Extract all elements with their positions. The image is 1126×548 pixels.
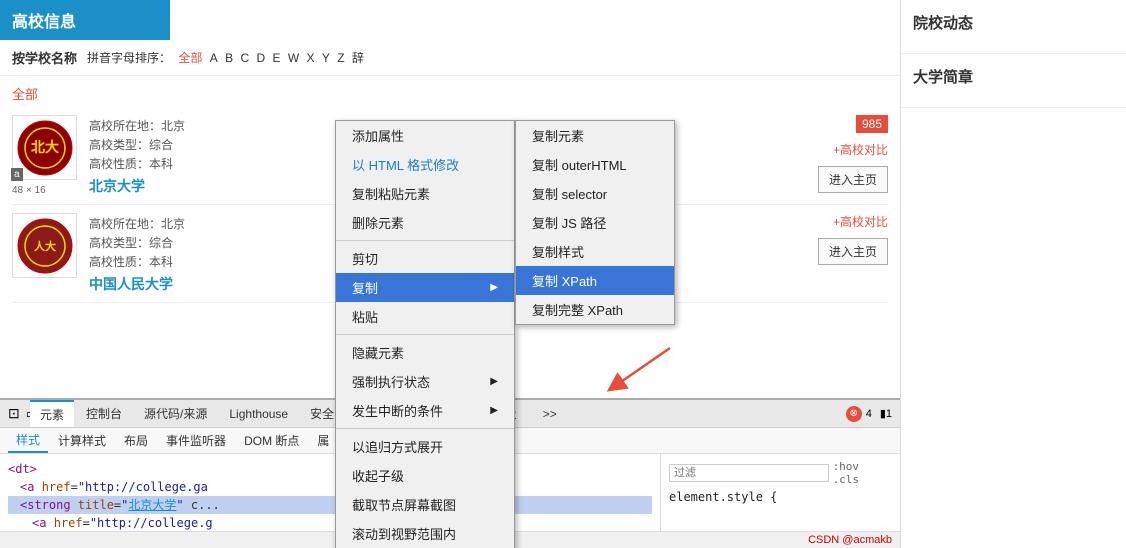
sub-copy-element[interactable]: 复制元素 (516, 121, 674, 150)
filter-letter-ci[interactable]: 辞 (352, 51, 364, 65)
devtools-styles: :hov .cls element.style { (660, 454, 900, 531)
sub-copy-full-xpath[interactable]: 复制完整 XPath (516, 295, 674, 324)
pku-actions: 985 +高校对比 进入主页 (818, 115, 888, 193)
pku-rank: 985 (856, 115, 888, 133)
html-line-1: <dt> (8, 460, 652, 478)
svg-text:人大: 人大 (34, 239, 56, 253)
filter-letter-x[interactable]: X (307, 51, 315, 65)
filter-letter-all[interactable]: 全部 (178, 51, 202, 65)
csdn-label: CSDN @acmakb (808, 534, 892, 546)
ctx-collapse[interactable]: 收起子级 (336, 461, 514, 490)
ctx-copy-paste[interactable]: 复制粘贴元素 (336, 179, 514, 208)
sub-copy-xpath[interactable]: 复制 XPath (516, 266, 674, 295)
ctx-add-attr[interactable]: 添加属性 (336, 121, 514, 150)
right-section-news: 院校动态 (901, 0, 1126, 54)
right-panel: 院校动态 大学简章 (900, 0, 1126, 548)
school-category: 全部 (12, 76, 888, 107)
filter-letter-a[interactable]: A (210, 51, 218, 65)
tab-sources[interactable]: 源代码/来源 (134, 401, 217, 426)
filter-letter-z[interactable]: Z (337, 51, 344, 65)
main-container: 高校信息 按学校名称 拼音字母排序： 全部 A B C D E W X Y Z … (0, 0, 1126, 548)
ctx-screenshot[interactable]: 截取节点屏幕截图 (336, 490, 514, 519)
ctx-sep3 (336, 428, 514, 429)
ruc-compare[interactable]: +高校对比 (833, 213, 888, 230)
ctx-breakpoint[interactable]: 发生中断的条件 ▶ (336, 396, 514, 425)
info-count: ▮1 (880, 407, 892, 420)
subtab-styles[interactable]: 样式 (8, 428, 48, 453)
devtools-side-icons: ⊡ ▭ (8, 405, 28, 422)
filter-letter-e[interactable]: E (272, 51, 280, 65)
html-line-2: <a href="http://college.ga (8, 478, 652, 496)
error-count-badge: ⊗ (846, 406, 862, 422)
subtab-more[interactable]: 属 (309, 429, 337, 452)
ctx-hide[interactable]: 隐藏元素 (336, 338, 514, 367)
ruc-logo-svg: 人大 (16, 217, 74, 275)
pku-enter-btn[interactable]: 进入主页 (818, 166, 888, 193)
subtab-dom-breakpoints[interactable]: DOM 断点 (236, 429, 307, 452)
page-header: 高校信息 (0, 0, 170, 40)
filter-label: 按学校名称 (12, 48, 77, 67)
pku-logo-svg: 北大 (16, 119, 74, 177)
ctx-force-state[interactable]: 强制执行状态 ▶ (336, 367, 514, 396)
header-title: 高校信息 (12, 14, 76, 31)
right-section-brochure-title: 大学简章 (913, 66, 1114, 87)
html-line-4: <a href="http://college.g (8, 514, 652, 531)
ruc-enter-btn[interactable]: 进入主页 (818, 238, 888, 265)
filter-letter-b[interactable]: B (225, 51, 233, 65)
ctx-sep2 (336, 334, 514, 335)
svg-text:北大: 北大 (31, 139, 59, 156)
sub-copy-style[interactable]: 复制样式 (516, 237, 674, 266)
style-filter-row: :hov .cls (669, 460, 892, 486)
tab-console[interactable]: 控制台 (76, 401, 132, 426)
sub-copy-jspath[interactable]: 复制 JS 路径 (516, 208, 674, 237)
devtools-icons: ⊗ 4 ▮1 (846, 406, 892, 422)
right-section-brochure: 大学简章 (901, 54, 1126, 108)
error-count: 4 (866, 408, 872, 420)
submenu: 复制元素 复制 outerHTML 复制 selector 复制 JS 路径 复… (515, 120, 675, 325)
filter-bar: 按学校名称 拼音字母排序： 全部 A B C D E W X Y Z 辞 (0, 40, 900, 76)
sub-copy-selector[interactable]: 复制 selector (516, 179, 674, 208)
ctx-html-edit[interactable]: 以 HTML 格式修改 (336, 150, 514, 179)
left-panel: 高校信息 按学校名称 拼音字母排序： 全部 A B C D E W X Y Z … (0, 0, 900, 548)
hov-cls-toggle[interactable]: :hov .cls (833, 460, 892, 486)
filter-letter-w[interactable]: W (288, 51, 299, 65)
tab-elements[interactable]: 元素 (30, 400, 74, 427)
ctx-scroll[interactable]: 滚动到视野范围内 (336, 519, 514, 548)
filter-pinyin: 拼音字母排序： 全部 A B C D E W X Y Z 辞 (85, 49, 366, 66)
red-arrow (600, 338, 680, 401)
ctx-paste[interactable]: 粘贴 (336, 302, 514, 331)
filter-letter-y[interactable]: Y (322, 51, 330, 65)
logo-badge: a (11, 168, 23, 181)
ctx-copy[interactable]: 复制 ▶ (336, 273, 514, 302)
css-rule-element-style: element.style { (669, 490, 892, 504)
school-logo-pku: 北大 a (12, 115, 77, 180)
html-line-3-selected: <strong title="北京大学" c... (8, 496, 652, 514)
ctx-delete[interactable]: 删除元素 (336, 208, 514, 237)
context-menu: 添加属性 以 HTML 格式修改 复制粘贴元素 删除元素 剪切 复制 ▶ 粘贴 … (335, 120, 515, 548)
right-section-news-title: 院校动态 (913, 12, 1114, 33)
subtab-layout[interactable]: 布局 (116, 429, 156, 452)
tab-more[interactable]: >> (533, 403, 567, 425)
ctx-break-arrow: ▶ (490, 405, 498, 416)
ctx-copy-arrow: ▶ (490, 282, 498, 293)
tab-lighthouse[interactable]: Lighthouse (219, 403, 298, 425)
ctx-sep1 (336, 240, 514, 241)
pku-compare[interactable]: +高校对比 (833, 141, 888, 158)
ctx-expand[interactable]: 以追归方式展开 (336, 432, 514, 461)
style-filter-input[interactable] (669, 464, 829, 482)
ctx-cut[interactable]: 剪切 (336, 244, 514, 273)
ruc-actions: +高校对比 进入主页 (818, 213, 888, 265)
filter-letter-c[interactable]: C (240, 51, 249, 65)
devtools-cursor-icon[interactable]: ⊡ (8, 405, 20, 422)
subtab-computed[interactable]: 计算样式 (50, 429, 114, 452)
school-logo-ruc: 人大 (12, 213, 77, 278)
sub-copy-outerhtml[interactable]: 复制 outerHTML (516, 150, 674, 179)
logo-size: 48 × 16 (12, 185, 46, 196)
ctx-force-arrow: ▶ (490, 376, 498, 387)
devtools-html-tree: <dt> <a href="http://college.ga <strong … (0, 454, 660, 531)
subtab-event-listeners[interactable]: 事件监听器 (158, 429, 234, 452)
filter-letter-d[interactable]: D (256, 51, 265, 65)
